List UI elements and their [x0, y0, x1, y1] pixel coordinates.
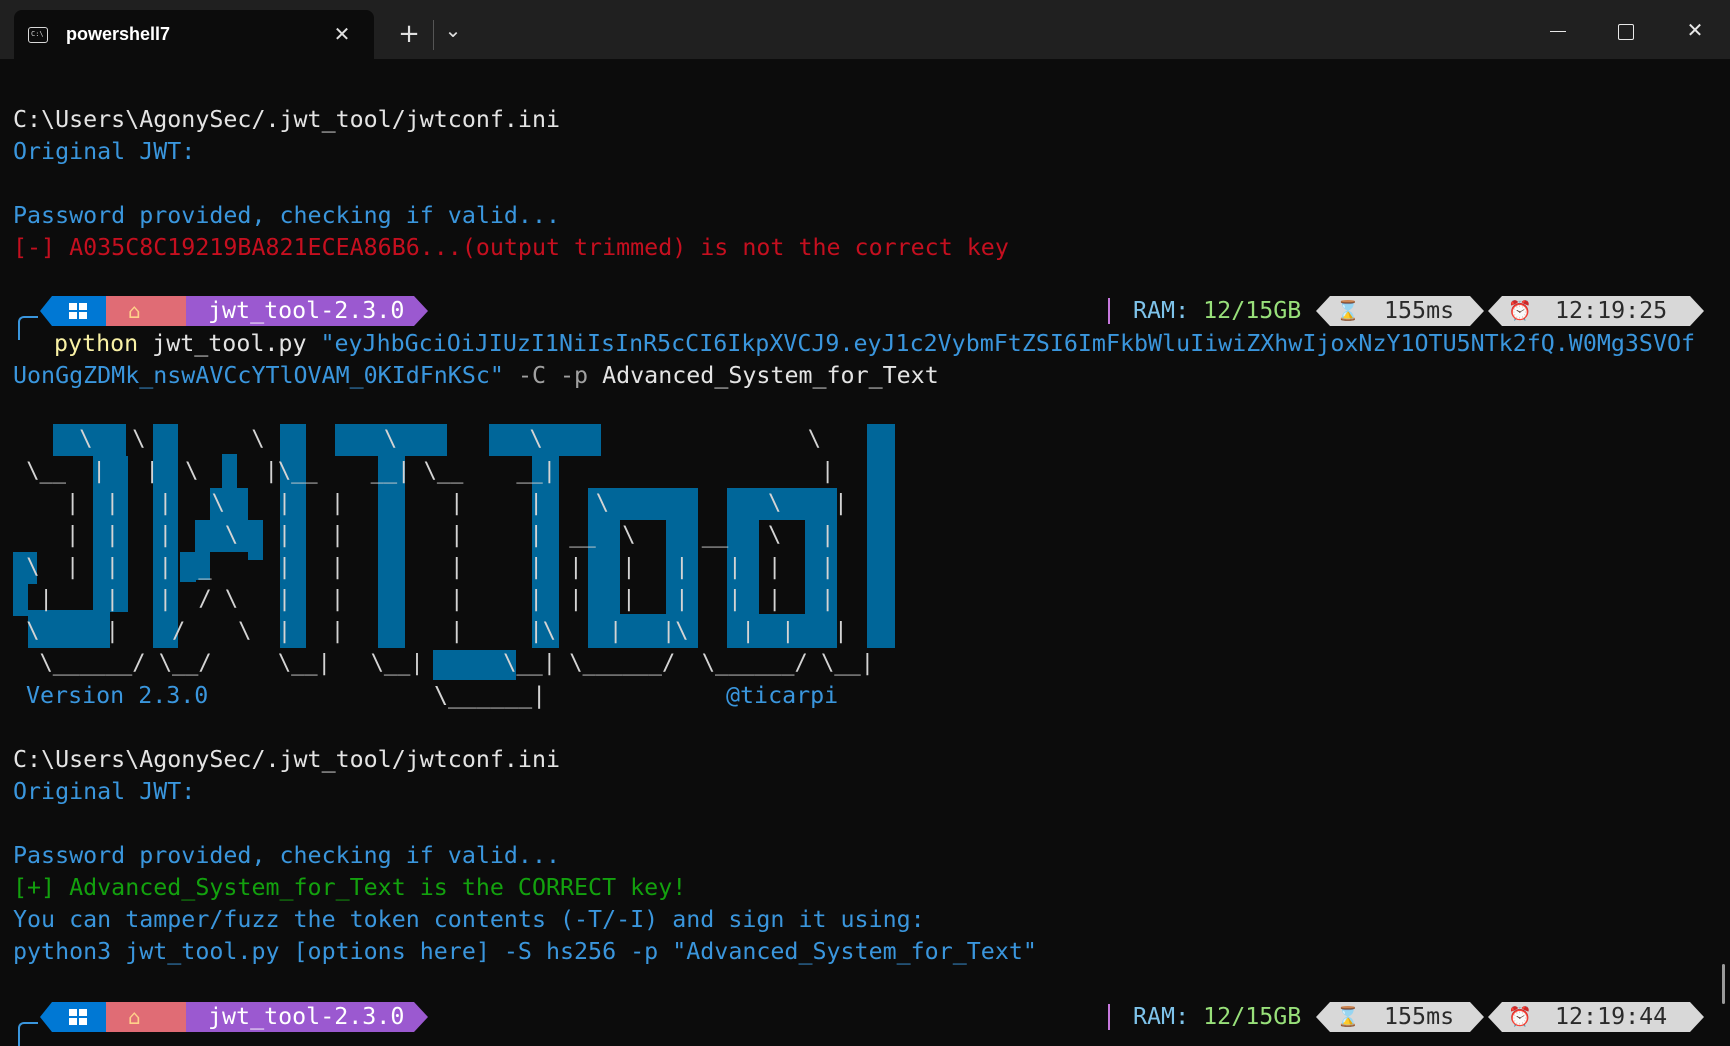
maximize-icon — [1618, 23, 1634, 40]
alarm-clock-icon: ⏰ — [1508, 300, 1532, 322]
windows-icon — [69, 1009, 87, 1025]
config-path-line: C:\Users\AgonySec/.jwt_tool/jwtconf.ini — [13, 746, 561, 773]
time-text: 12:19:44 — [1555, 1003, 1668, 1030]
command-password: Advanced_System_for_Text — [602, 362, 939, 389]
ascii-line: \______/ \__/ \__| \__| \__| \______/ \_… — [13, 651, 874, 676]
ram-indicator: RAM: 12/15GB — [1133, 296, 1301, 326]
ram-label: RAM: — [1133, 1003, 1204, 1030]
result-fail-line: [-] A035C8C19219BA821ECEA86B6...(output … — [13, 234, 1009, 261]
minimize-icon — [1550, 30, 1566, 33]
prompt-home-segment — [106, 296, 186, 326]
ascii-line: \ | | | _ | | | | | | | | | | — [13, 555, 835, 580]
result-success-line: [+] Advanced_System_for_Text is the CORR… — [13, 874, 687, 901]
close-window-button[interactable]: ✕ — [1672, 8, 1718, 52]
home-icon: ⌂ — [128, 299, 141, 323]
original-jwt-line: Original JWT: — [13, 778, 196, 805]
ascii-line: \ \ \ \ \ \ — [13, 427, 821, 452]
time-text: 12:19:25 — [1555, 297, 1668, 324]
prompt-arrow — [414, 296, 428, 326]
ram-label: RAM: — [1133, 297, 1204, 324]
command-exe: python — [54, 330, 139, 357]
ram-divider — [1108, 1004, 1110, 1030]
prompt-dir: jwt_tool-2.3.0 — [208, 1003, 405, 1030]
maximize-button[interactable] — [1603, 8, 1649, 52]
pill-arrow — [1690, 296, 1704, 326]
alarm-clock-icon: ⏰ — [1508, 1006, 1532, 1028]
duration-text: 155ms — [1384, 1003, 1455, 1030]
pill-arrow — [1316, 1002, 1330, 1032]
new-tab-button[interactable]: + — [395, 21, 423, 47]
ascii-line: \__ | | \ |\__ __| \__ __| | — [13, 459, 835, 484]
tab-title: powershell7 — [66, 24, 171, 44]
home-icon: ⌂ — [128, 1005, 141, 1029]
pill-arrow — [1488, 296, 1502, 326]
windows-icon — [69, 303, 87, 319]
prompt-dir: jwt_tool-2.3.0 — [208, 297, 405, 324]
tamper-hint-line: You can tamper/fuzz the token contents (… — [13, 906, 925, 933]
command-line: python jwt_tool.py "eyJhbGciOiJIUzI1NiIs… — [54, 328, 1695, 360]
terminal-icon: C:\ — [28, 27, 48, 43]
checking-line: Password provided, checking if valid... — [13, 842, 561, 869]
command-token-end: UonGgZDMk_nswAVCcYTlOVAM_0KIdFnKSc" — [13, 362, 504, 389]
ram-indicator: RAM: 12/15GB — [1133, 1002, 1301, 1032]
tab-separator — [433, 20, 434, 50]
prompt-arrow — [414, 1002, 428, 1032]
prompt-line: ⌂ jwt_tool-2.3.0 RAM: 12/15GB ⌛ 155ms ⏰ … — [0, 296, 1730, 330]
ascii-line: | | | / \ | | | | | | | | | | — [13, 587, 835, 612]
hourglass-icon: ⌛ — [1336, 300, 1360, 322]
pill-arrow — [1690, 1002, 1704, 1032]
ascii-line: | | | \ | | | | \ \ | — [13, 491, 848, 516]
ram-value: 12/15GB — [1203, 1003, 1302, 1030]
command-line-wrap: UonGgZDMk_nswAVCcYTlOVAM_0KIdFnKSc" -C -… — [13, 360, 939, 392]
ascii-line: \ | / \ | | | |\ | |\ | | | — [13, 619, 848, 644]
tab-powershell7[interactable]: C:\ powershell7 ✕ — [14, 10, 374, 59]
prompt-lead-arrow — [40, 1002, 52, 1032]
config-path-line: C:\Users\AgonySec/.jwt_tool/jwtconf.ini — [13, 106, 561, 133]
pill-arrow — [1488, 1002, 1502, 1032]
ram-value: 12/15GB — [1203, 297, 1302, 324]
banner-underline: \______| — [434, 682, 547, 709]
prompt-corner — [18, 316, 38, 340]
prompt-corner — [18, 1022, 38, 1046]
command-script: jwt_tool.py — [138, 330, 321, 357]
pill-arrow — [1470, 1002, 1484, 1032]
minimize-button[interactable] — [1535, 8, 1581, 52]
ram-divider — [1108, 298, 1110, 324]
sign-command-line: python3 jwt_tool.py [options here] -S hs… — [13, 938, 1037, 965]
pill-arrow — [1316, 296, 1330, 326]
ascii-line: | | | \ | | | | __ \ __ \ | — [13, 523, 835, 548]
close-tab-button[interactable]: ✕ — [330, 22, 354, 46]
prompt-lead-arrow — [40, 296, 52, 326]
hourglass-icon: ⌛ — [1336, 1006, 1360, 1028]
duration-text: 155ms — [1384, 297, 1455, 324]
tab-dropdown-button[interactable]: ⌄ — [440, 18, 466, 42]
pill-arrow — [1470, 296, 1484, 326]
prompt-line: ⌂ jwt_tool-2.3.0 RAM: 12/15GB ⌛ 155ms ⏰ … — [0, 1002, 1730, 1036]
prompt-home-segment — [106, 1002, 186, 1032]
title-bar: C:\ powershell7 ✕ + ⌄ ✕ — [0, 0, 1730, 59]
scrollbar-thumb[interactable] — [1722, 964, 1725, 1004]
banner-author: @ticarpi — [726, 682, 839, 709]
original-jwt-line: Original JWT: — [13, 138, 196, 165]
checking-line: Password provided, checking if valid... — [13, 202, 561, 229]
banner-version: Version 2.3.0 — [26, 682, 209, 709]
command-flags: -C -p — [503, 362, 603, 389]
command-token: "eyJhbGciOiJIUzI1NiIsInR5cCI6IkpXVCJ9.ey… — [320, 330, 1696, 357]
